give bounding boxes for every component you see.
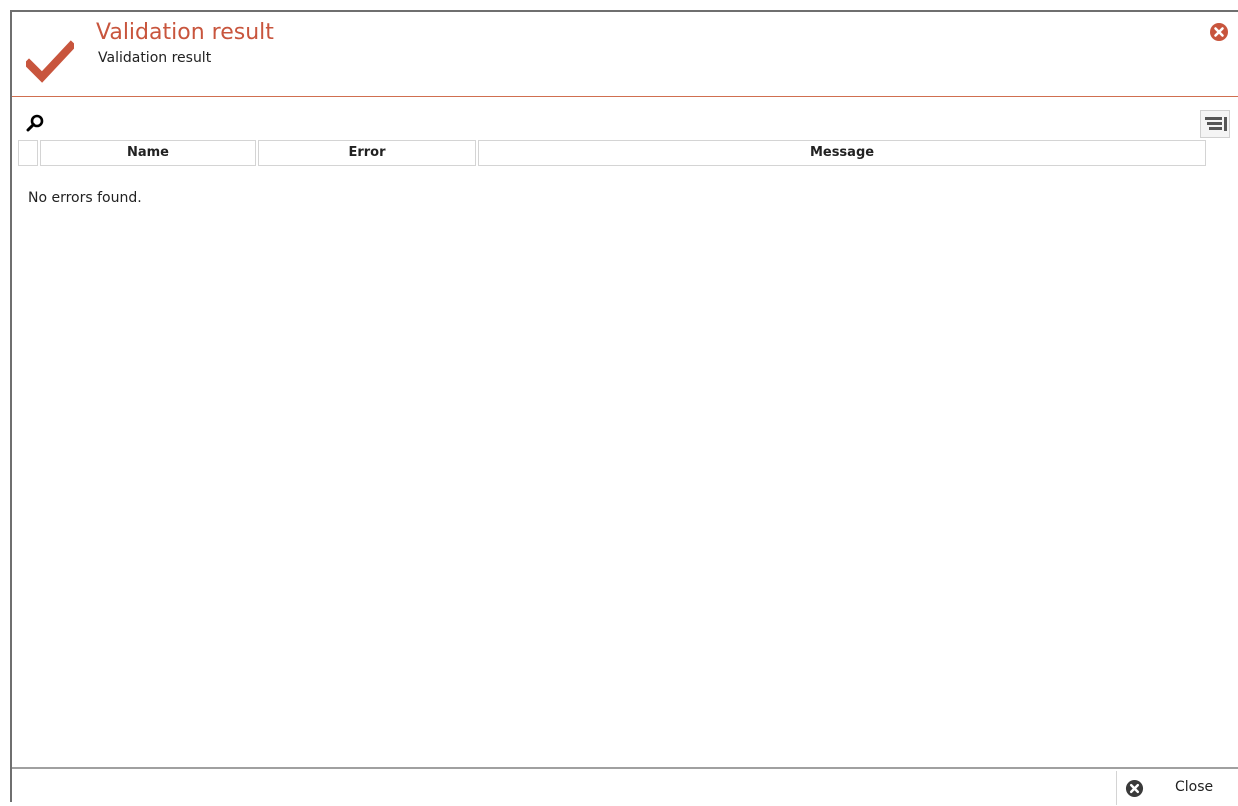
column-header-message[interactable]: Message (478, 140, 1206, 166)
validation-result-dialog: Validation result Validation result Name… (10, 10, 1238, 805)
dialog-title: Validation result (96, 20, 274, 45)
empty-grid-message: No errors found. (28, 190, 142, 206)
row-select-header[interactable] (18, 140, 38, 166)
dialog-footer: Close (12, 767, 1238, 806)
checkmark-icon (26, 40, 74, 83)
close-button[interactable]: Close (1116, 771, 1236, 805)
grid-toolbar (12, 98, 1238, 140)
column-chooser-icon (1205, 117, 1227, 131)
column-header-name[interactable]: Name (40, 140, 256, 166)
close-button-label: Close (1175, 779, 1214, 795)
close-circle-icon (1125, 779, 1144, 798)
column-header-error[interactable]: Error (258, 140, 476, 166)
search-icon[interactable] (26, 114, 44, 132)
close-icon[interactable] (1209, 22, 1229, 42)
grid-header: Name Error Message (18, 140, 1208, 166)
dialog-header: Validation result Validation result (12, 12, 1238, 97)
column-chooser-button[interactable] (1200, 110, 1230, 138)
dialog-subtitle: Validation result (98, 50, 212, 66)
